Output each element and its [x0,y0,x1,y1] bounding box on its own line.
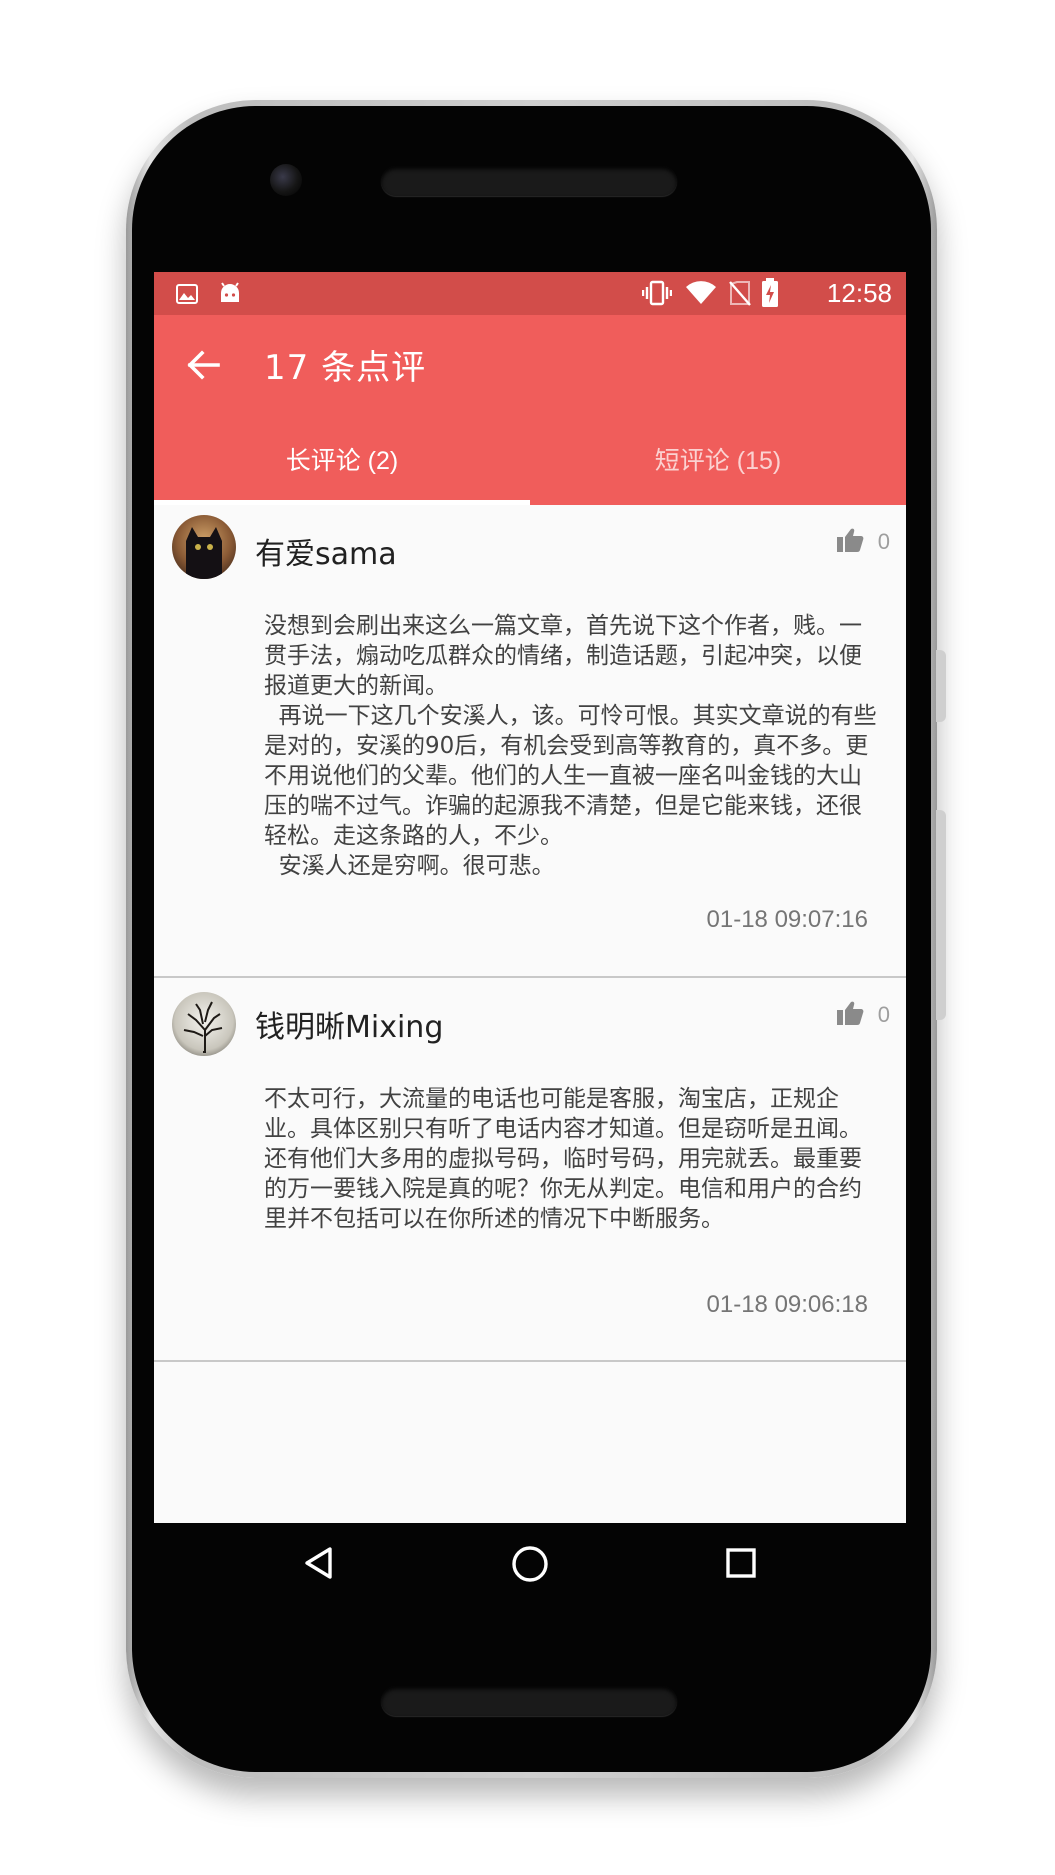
thumb-up-icon [836,1000,864,1030]
tab-long-reviews[interactable]: 长评论 (2) [154,413,530,505]
bottom-speaker [381,1686,677,1716]
like-button[interactable]: 0 [836,527,890,557]
review-author: 有爱sama [255,537,397,572]
arrow-back-icon [182,350,226,391]
tab-short-reviews[interactable]: 短评论 (15) [530,413,906,505]
review-content: 没想到会刷出来这么一篇文章，首先说下这个作者，贱。一贯手法，煽动吃瓜群众的情绪，… [264,613,877,879]
app-bar: 17 条点评 [154,315,906,413]
review-content: 不太可行，大流量的电话也可能是客服，淘宝店，正规企业。具体区别只有听了电话内容才… [264,1086,862,1232]
review-author: 钱明晰Mixing [255,1010,444,1045]
review-timestamp: 01-18 09:06:18 [706,1291,868,1318]
thumb-up-icon [836,527,864,557]
back-button[interactable] [182,343,226,387]
navigation-bar [154,1523,906,1613]
review-card: 钱明晰Mixing 0 不太可行，大流量的电话也可能是客服，淘宝店，正规企业。具… [154,978,906,1362]
front-camera [270,164,302,196]
status-clock: 12:58 [826,278,892,308]
power-button [936,650,946,722]
volume-button [936,810,946,1020]
status-bar: 12:58 [154,272,906,315]
review-timestamp: 01-18 09:07:16 [706,906,868,933]
tab-bar: 长评论 (2) 短评论 (15) [154,413,906,505]
avatar[interactable] [172,515,236,579]
avatar[interactable] [172,992,236,1056]
like-count: 0 [877,529,890,554]
review-card: 有爱sama 0 没想到会刷出来这么一篇文章，首先说下这个作者，贱。一贯手法，煽… [154,505,906,978]
like-count: 0 [877,1002,890,1027]
earpiece-speaker [381,166,677,196]
screen: 12:58 17 条点评 长评论 (2) 短评论 (15) 有爱sama 0 没… [154,272,906,1523]
page-title: 17 条点评 [264,348,427,388]
like-button[interactable]: 0 [836,1000,890,1030]
